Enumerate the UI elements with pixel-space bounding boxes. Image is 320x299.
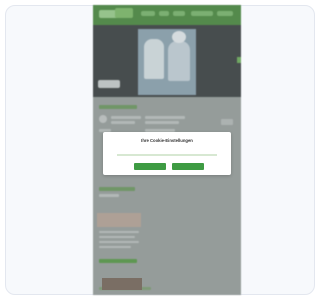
cookie-consent-dialog: Ihre Cookie-Einstellungen bbox=[103, 132, 231, 175]
accept-selected-button[interactable] bbox=[134, 163, 166, 170]
cookie-settings-link[interactable] bbox=[117, 154, 217, 156]
accept-all-button[interactable] bbox=[172, 163, 204, 170]
footer-image bbox=[102, 278, 142, 290]
cookie-dialog-title: Ihre Cookie-Einstellungen bbox=[141, 138, 193, 143]
